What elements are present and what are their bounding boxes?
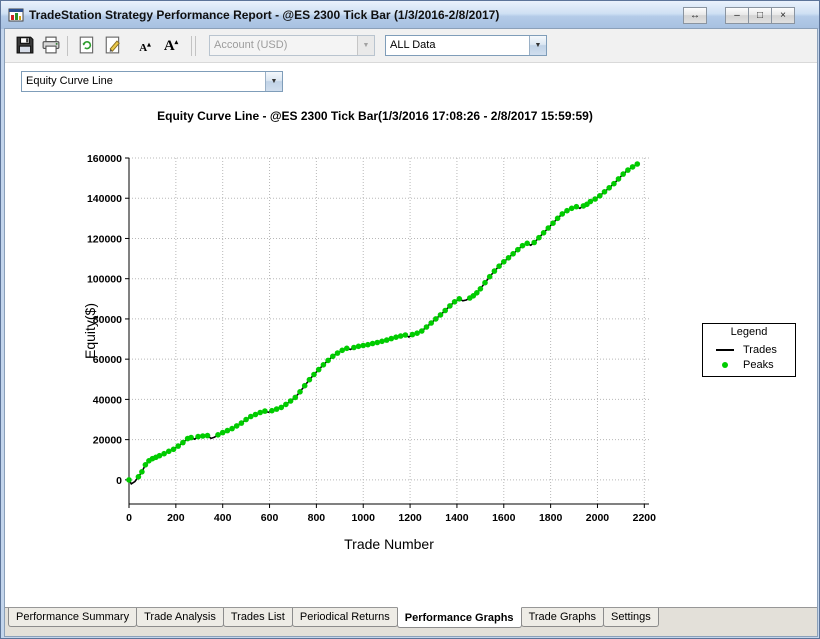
toolbar-separator	[191, 36, 192, 56]
svg-text:100000: 100000	[87, 274, 122, 286]
equity-curve-chart: 0 200 400 600 800 1000 1200 1400 1600 1800 2000 220…	[69, 141, 669, 571]
chart-legend: Legend Trades Peaks	[702, 323, 796, 377]
tab-trade-graphs[interactable]: Trade Graphs	[521, 608, 604, 627]
toolbar-separator	[195, 36, 196, 56]
window-title: TradeStation Strategy Performance Report…	[29, 8, 499, 22]
svg-text:1600: 1600	[492, 512, 516, 524]
svg-text:1400: 1400	[445, 512, 469, 524]
svg-text:1800: 1800	[539, 512, 563, 524]
svg-text:400: 400	[214, 512, 232, 524]
svg-text:200: 200	[167, 512, 185, 524]
font-decrease-icon: A▴	[139, 42, 150, 54]
svg-text:120000: 120000	[87, 233, 122, 245]
chevron-down-icon: ▼	[265, 72, 282, 91]
tab-settings[interactable]: Settings	[603, 608, 659, 627]
peaks-marker-icon	[722, 362, 728, 368]
svg-text:0: 0	[116, 475, 122, 487]
svg-text:1000: 1000	[352, 512, 376, 524]
svg-text:40000: 40000	[93, 394, 122, 406]
toolbar-separator	[67, 36, 68, 56]
font-increase-button[interactable]: A▴	[159, 34, 183, 58]
tab-performance-graphs[interactable]: Performance Graphs	[397, 607, 522, 628]
svg-text:20000: 20000	[93, 435, 122, 447]
report-properties-icon	[104, 36, 122, 54]
tab-performance-summary[interactable]: Performance Summary	[8, 608, 137, 627]
chart-title: Equity Curve Line - @ES 2300 Tick Bar(1/…	[65, 109, 685, 123]
refresh-report-button[interactable]	[75, 34, 99, 58]
chevron-down-icon: ▼	[529, 36, 546, 55]
svg-text:Equity($): Equity($)	[82, 303, 98, 359]
svg-text:2000: 2000	[586, 512, 610, 524]
legend-entry-trades: Trades	[703, 342, 795, 357]
data-range-combobox-value: ALL Data	[390, 39, 528, 51]
title-bar: TradeStation Strategy Performance Report…	[1, 1, 819, 29]
legend-entries: Trades Peaks	[703, 342, 795, 372]
svg-text:160000: 160000	[87, 153, 122, 165]
print-icon	[42, 36, 60, 54]
legend-entry-peaks: Peaks	[703, 357, 795, 372]
legend-label: Trades	[743, 344, 777, 356]
close-button[interactable]: ×	[771, 7, 795, 24]
svg-text:Trade Number: Trade Number	[344, 536, 434, 552]
svg-text:0: 0	[126, 512, 132, 524]
svg-text:140000: 140000	[87, 193, 122, 205]
app-window: TradeStation Strategy Performance Report…	[0, 0, 820, 639]
window-nav-button[interactable]: ↔	[683, 7, 707, 24]
svg-text:800: 800	[308, 512, 326, 524]
svg-text:1200: 1200	[398, 512, 422, 524]
refresh-report-icon	[78, 36, 96, 54]
minimize-button[interactable]: –	[725, 7, 749, 24]
graph-type-combobox-value: Equity Curve Line	[26, 75, 264, 87]
print-button[interactable]	[39, 34, 63, 58]
account-combobox: Account (USD) ▼	[209, 35, 375, 56]
save-button[interactable]	[13, 34, 37, 58]
legend-label: Peaks	[743, 359, 774, 371]
svg-text:600: 600	[261, 512, 279, 524]
font-increase-icon: A▴	[164, 38, 178, 54]
chevron-down-icon: ▼	[357, 36, 374, 55]
report-properties-button[interactable]	[101, 34, 125, 58]
app-icon	[8, 7, 24, 23]
font-decrease-button[interactable]: A▴	[133, 34, 157, 58]
legend-title: Legend	[703, 324, 795, 342]
svg-text:2200: 2200	[633, 512, 657, 524]
report-body: A▴ A▴ Account (USD) ▼ ALL Data ▼ Equity …	[5, 29, 817, 636]
account-combobox-value: Account (USD)	[214, 39, 356, 51]
tab-periodical-returns[interactable]: Periodical Returns	[292, 608, 398, 627]
save-icon	[16, 36, 34, 54]
toolbar: A▴ A▴ Account (USD) ▼ ALL Data ▼	[5, 29, 817, 63]
data-range-combobox[interactable]: ALL Data ▼	[385, 35, 547, 56]
trades-marker-icon	[716, 349, 734, 351]
graph-type-combobox[interactable]: Equity Curve Line ▼	[21, 71, 283, 92]
window-controls: – □ ×	[725, 7, 795, 24]
report-tab-bar: Performance SummaryTrade AnalysisTrades …	[5, 607, 817, 636]
tab-trade-analysis[interactable]: Trade Analysis	[136, 608, 224, 627]
tab-trades-list[interactable]: Trades List	[223, 608, 293, 627]
maximize-button[interactable]: □	[748, 7, 772, 24]
